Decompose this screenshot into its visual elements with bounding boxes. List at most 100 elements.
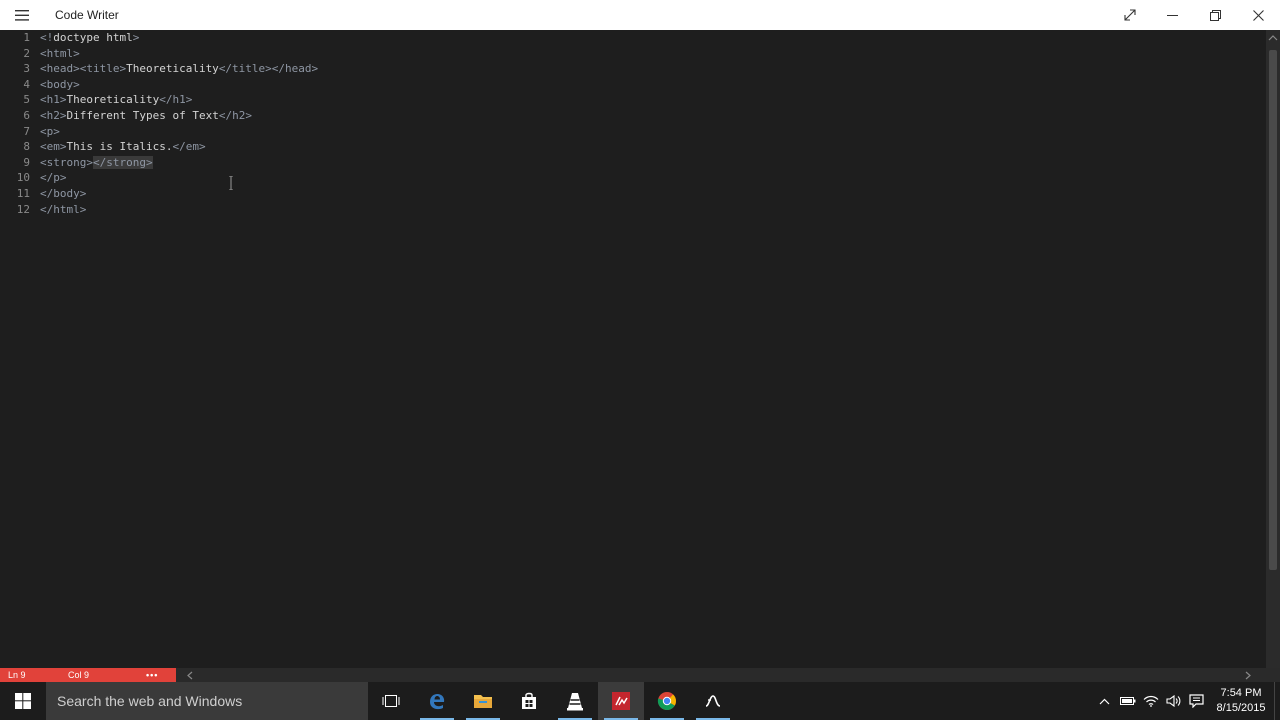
app-button[interactable] [690, 682, 736, 720]
line-number: 12 [16, 202, 30, 216]
chevron-up-icon [1099, 698, 1110, 704]
line-number: 6 [23, 109, 30, 122]
scroll-left-arrow-icon[interactable] [186, 671, 194, 680]
line-number: 10 [16, 171, 30, 185]
status-info: Ln 9 Col 9 ••• [0, 668, 176, 682]
line-indicator: Ln 9 [8, 670, 26, 680]
store-icon [522, 692, 536, 709]
code-line[interactable]: <html> [40, 46, 80, 62]
title-bar: Code Writer [0, 0, 1280, 30]
code-tag: <h1> [40, 93, 67, 107]
code-text: Different Types of Text [66, 109, 219, 122]
code-line[interactable]: <strong></strong> [40, 155, 153, 171]
column-indicator: Col 9 [68, 670, 90, 680]
battery-icon [1119, 697, 1135, 705]
volume-button[interactable] [1162, 682, 1185, 720]
wifi-icon [1143, 695, 1158, 707]
code-tag: </em> [172, 140, 206, 154]
battery-button[interactable] [1116, 682, 1139, 720]
speaker-icon [1166, 695, 1181, 707]
windows-logo-icon [15, 693, 31, 709]
app-icon [705, 695, 721, 707]
edge-icon [430, 694, 445, 710]
app-title: Code Writer [55, 8, 119, 22]
code-tag: </p> [40, 171, 67, 185]
start-button[interactable] [0, 682, 46, 720]
code-tag: </strong> [92, 155, 153, 169]
taskbar-search-box[interactable]: Search the web and Windows [46, 682, 368, 720]
line-number-gutter: 1 2 3 4 5 6 7 8 9 10 11 12 [0, 30, 36, 668]
code-tag: </h1> [159, 93, 193, 107]
window-controls [1108, 0, 1280, 30]
close-icon [1253, 9, 1264, 21]
minimize-icon [1167, 14, 1178, 16]
code-area[interactable]: <!doctype html> <html> <head><title>Theore… [40, 30, 1266, 668]
show-desktop-button[interactable] [1274, 682, 1280, 720]
store-button[interactable] [506, 682, 552, 720]
minimize-button[interactable] [1151, 0, 1194, 30]
restore-button[interactable] [1194, 0, 1237, 30]
code-editor[interactable]: 1 2 3 4 5 6 7 8 9 10 11 12 <!doctype html> <html> <he… [0, 30, 1266, 668]
code-tag: <body> [40, 77, 80, 91]
code-line[interactable]: </body> [40, 186, 86, 202]
code-tag: <h2> [40, 109, 67, 122]
full-screen-button[interactable] [1108, 0, 1151, 30]
task-view-button[interactable] [368, 682, 414, 720]
code-text: This is Italics. [66, 140, 173, 154]
code-tag: </body> [40, 187, 87, 200]
code-tag: <p> [40, 124, 60, 138]
line-number: 9 [23, 155, 30, 169]
scroll-up-arrow-icon[interactable] [1268, 34, 1278, 42]
edge-button[interactable] [414, 682, 460, 720]
code-text: Theoreticality [126, 62, 219, 76]
code-writer-button[interactable] [598, 682, 644, 720]
clock-time: 7:54 PM [1220, 687, 1262, 699]
line-number: 4 [23, 77, 30, 91]
code-line[interactable]: <p> [40, 124, 60, 140]
file-explorer-icon [474, 695, 492, 708]
code-line[interactable]: <body> [40, 77, 80, 93]
line-number: 7 [23, 124, 30, 138]
line-number: 2 [23, 46, 30, 60]
code-tag: </html> [40, 202, 87, 216]
code-tag: <head><title> [40, 62, 127, 76]
file-explorer-button[interactable] [460, 682, 506, 720]
chrome-button[interactable] [644, 682, 690, 720]
system-tray: 7:54 PM 8/15/2015 [1093, 682, 1280, 720]
line-number: 11 [16, 187, 30, 200]
code-text: doctype html [53, 31, 133, 44]
code-tag: <em> [40, 140, 67, 154]
code-line[interactable]: <h2>Different Types of Text</h2> [40, 108, 252, 124]
text-cursor-icon [229, 176, 233, 190]
code-writer-icon [612, 692, 630, 710]
code-tag: <! [40, 31, 54, 44]
clock[interactable]: 7:54 PM 8/15/2015 [1212, 686, 1270, 716]
code-tag: </h2> [218, 109, 252, 122]
code-line[interactable]: <h1>Theoreticality</h1> [40, 92, 192, 108]
hamburger-menu-icon[interactable] [0, 0, 44, 30]
code-line[interactable]: </html> [40, 202, 86, 218]
close-button[interactable] [1237, 0, 1280, 30]
code-tag: <html> [40, 46, 80, 60]
action-center-button[interactable] [1185, 682, 1208, 720]
code-line[interactable]: </p> [40, 170, 67, 186]
vertical-scrollbar[interactable] [1266, 30, 1280, 668]
scroll-right-arrow-icon[interactable] [1244, 671, 1252, 680]
horizontal-scrollbar[interactable] [176, 668, 1280, 682]
line-number: 5 [23, 93, 30, 107]
code-line[interactable]: <em>This is Italics.</em> [40, 139, 206, 155]
code-line[interactable]: <!doctype html> [40, 30, 139, 46]
expand-icon [1123, 9, 1136, 21]
line-number: 1 [23, 31, 30, 44]
taskbar-apps [368, 682, 736, 720]
show-hidden-icons-button[interactable] [1093, 682, 1116, 720]
vlc-button[interactable] [552, 682, 598, 720]
more-options-button[interactable]: ••• [146, 670, 158, 680]
task-view-icon [382, 695, 400, 707]
search-placeholder: Search the web and Windows [57, 693, 243, 709]
code-tag: > [132, 31, 140, 44]
code-text: Theoreticality [66, 93, 160, 107]
scrollbar-thumb[interactable] [1269, 50, 1277, 570]
network-button[interactable] [1139, 682, 1162, 720]
code-line[interactable]: <head><title>Theoreticality</title></hea… [40, 61, 318, 77]
